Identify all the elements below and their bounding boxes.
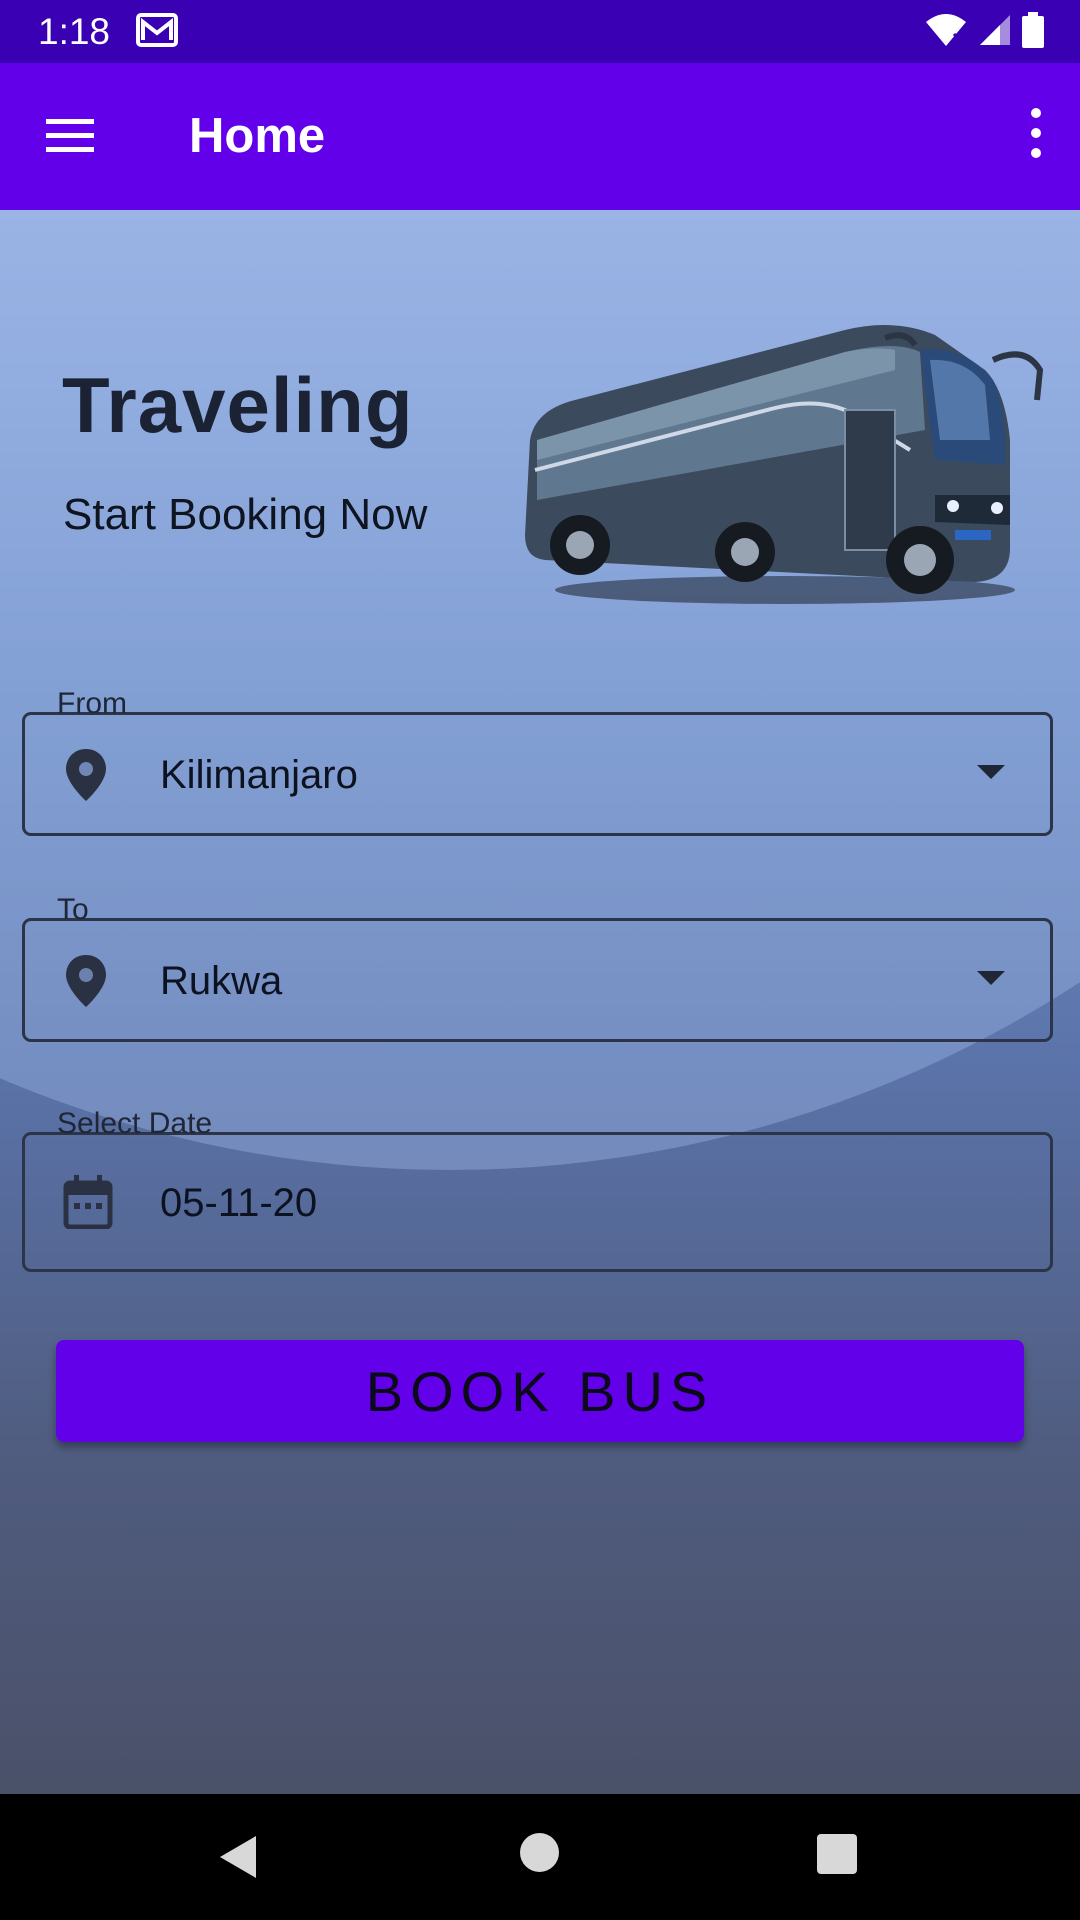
date-field[interactable]: Select Date 05-11-20	[22, 1107, 1053, 1272]
chevron-down-icon[interactable]	[977, 971, 1005, 992]
book-bus-button[interactable]: BOOK BUS	[56, 1340, 1024, 1442]
battery-icon	[1022, 12, 1044, 53]
from-label: From	[57, 687, 127, 720]
hero-subtitle: Start Booking Now	[63, 490, 428, 539]
chevron-down-icon[interactable]	[977, 765, 1005, 786]
app-bar: Home	[0, 63, 1080, 210]
to-label: To	[57, 893, 89, 926]
recents-icon[interactable]	[817, 1834, 857, 1874]
page-title: Home	[189, 109, 326, 163]
status-bar: 1:18	[0, 0, 1080, 63]
to-field[interactable]: To Rukwa	[22, 893, 1053, 1042]
hero-title: Traveling	[62, 361, 414, 449]
date-value: 05-11-20	[160, 1181, 318, 1225]
bus-image	[515, 290, 1045, 625]
status-icons	[924, 12, 1044, 53]
gmail-icon	[136, 13, 178, 52]
hamburger-menu-icon[interactable]	[42, 113, 98, 157]
wifi-icon	[924, 12, 968, 53]
system-nav-bar	[0, 1794, 1080, 1920]
from-field[interactable]: From Kilimanjaro	[22, 687, 1053, 836]
back-icon[interactable]	[218, 1834, 258, 1885]
calendar-icon	[63, 1175, 113, 1234]
home-icon[interactable]	[520, 1833, 559, 1872]
signal-icon	[978, 13, 1012, 52]
to-value: Rukwa	[160, 959, 283, 1003]
from-value: Kilimanjaro	[160, 753, 358, 797]
status-time: 1:18	[38, 11, 111, 52]
more-vert-icon[interactable]	[1014, 103, 1058, 163]
date-label: Select Date	[57, 1107, 213, 1140]
location-pin-icon	[63, 747, 109, 808]
location-pin-icon	[63, 953, 109, 1014]
booking-content: Traveling Start Booking Now From Kiliman…	[0, 210, 1080, 1794]
